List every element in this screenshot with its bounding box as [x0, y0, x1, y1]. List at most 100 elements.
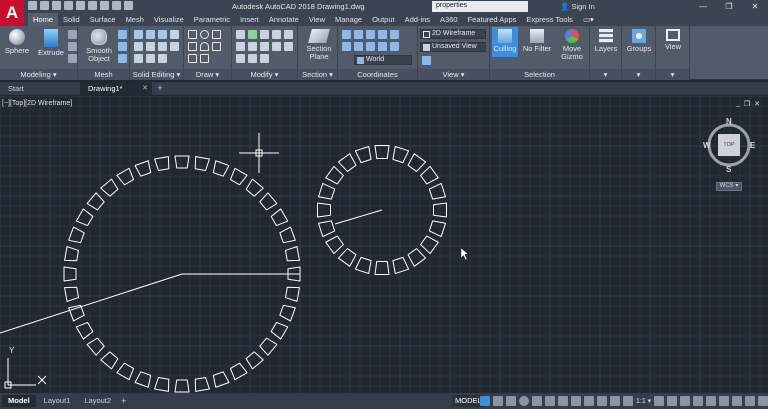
spline-icon[interactable]	[188, 54, 197, 63]
ucs-z-icon[interactable]	[390, 30, 399, 39]
visual-style-dropdown[interactable]: 2D Wireframe	[420, 29, 486, 39]
layers-button[interactable]: Layers	[591, 29, 621, 53]
ucs-dropdown[interactable]: World	[354, 55, 412, 65]
arc-icon[interactable]	[200, 42, 209, 51]
tab-surface[interactable]: Surface	[85, 13, 121, 26]
short-line[interactable]	[334, 209, 383, 225]
stretch-icon[interactable]	[272, 42, 281, 51]
gear-tooth[interactable]	[194, 376, 210, 392]
fillet-edge-icon[interactable]	[158, 54, 167, 63]
extrude-button[interactable]: Extrude	[36, 29, 66, 57]
gear-tooth[interactable]	[284, 286, 300, 302]
erase-icon[interactable]	[272, 30, 281, 39]
gear-tooth[interactable]	[86, 337, 105, 356]
gear-tooth[interactable]	[86, 192, 105, 211]
compass-east[interactable]: E	[750, 141, 755, 150]
save-as-icon[interactable]	[64, 1, 73, 10]
gear-tooth[interactable]	[154, 156, 171, 172]
shell-icon[interactable]	[134, 54, 143, 63]
move-gizmo-button[interactable]: Move Gizmo	[556, 29, 588, 61]
gizmo-icon[interactable]	[597, 396, 607, 406]
viewport-controls-label[interactable]: [−][Top][2D Wireframe]	[2, 100, 72, 107]
union-icon[interactable]	[134, 30, 143, 39]
gear-tooth[interactable]	[212, 371, 230, 388]
customization-icon[interactable]	[758, 396, 768, 406]
imprint-icon[interactable]	[170, 42, 179, 51]
gear-tooth[interactable]	[325, 165, 345, 185]
snap-toggle-icon[interactable]	[493, 396, 503, 406]
gear-tooth[interactable]	[420, 235, 439, 255]
gear-tooth[interactable]	[194, 156, 210, 172]
tab-drawing1[interactable]: Drawing1* ✕	[80, 82, 152, 95]
section-plane-button[interactable]: Section Plane	[302, 29, 336, 61]
move-icon[interactable]	[236, 30, 245, 39]
mesh-box-icon[interactable]	[118, 30, 127, 39]
hardware-acceleration-icon[interactable]	[732, 396, 743, 406]
open-file-icon[interactable]	[40, 1, 49, 10]
isolate-objects-icon[interactable]	[719, 396, 730, 406]
ucs-y-icon[interactable]	[378, 30, 387, 39]
gear-tooth[interactable]	[337, 153, 357, 173]
gear-tooth[interactable]	[75, 208, 94, 227]
gear-tooth[interactable]	[100, 178, 119, 197]
sphere-button[interactable]: Sphere	[2, 29, 32, 55]
compass-south[interactable]: S	[726, 165, 731, 174]
groups-button[interactable]: Groups	[624, 29, 654, 53]
gear-tooth[interactable]	[428, 219, 447, 238]
trim-icon[interactable]	[260, 30, 269, 39]
ucs-object-icon[interactable]	[354, 42, 363, 51]
redo-icon[interactable]	[100, 1, 109, 10]
tab-add-ins[interactable]: Add-ins	[400, 13, 435, 26]
ucs-x-icon[interactable]	[366, 30, 375, 39]
tab-express-tools[interactable]: Express Tools	[521, 13, 578, 26]
polar-toggle-icon[interactable]	[519, 396, 529, 406]
ribbon-display-toggle[interactable]: ▭▾	[578, 13, 599, 26]
ucs-3point-icon[interactable]	[378, 42, 387, 51]
intersect-icon[interactable]	[158, 30, 167, 39]
workspace-switch-icon[interactable]	[654, 396, 665, 406]
minimize-button[interactable]: —	[690, 0, 716, 13]
lock-ui-icon[interactable]	[706, 396, 717, 406]
tab-featured-apps[interactable]: Featured Apps	[463, 13, 522, 26]
gear-tooth[interactable]	[64, 246, 80, 263]
undo-icon[interactable]	[88, 1, 97, 10]
lineweight-icon[interactable]	[571, 396, 581, 406]
gear-tooth[interactable]	[374, 145, 390, 159]
viewport-minimize-button[interactable]: _	[736, 100, 740, 108]
tab-manage[interactable]: Manage	[330, 13, 367, 26]
tab-annotate[interactable]: Annotate	[264, 13, 304, 26]
gear-tooth[interactable]	[174, 155, 190, 169]
gear-tooth[interactable]	[229, 362, 248, 381]
gear-tooth[interactable]	[154, 376, 171, 392]
view-button[interactable]: View	[658, 29, 688, 51]
annotation-visibility-icon[interactable]	[610, 396, 620, 406]
viewport-close-button[interactable]: ✕	[754, 100, 760, 108]
selection-cycling-icon[interactable]	[584, 396, 594, 406]
print-icon[interactable]	[76, 1, 85, 10]
offset-icon[interactable]	[248, 54, 257, 63]
ucs-icon[interactable]	[342, 30, 351, 39]
layout-tab-layout1[interactable]: Layout1	[38, 395, 77, 407]
layout-tab-layout2[interactable]: Layout2	[78, 395, 117, 407]
gear-tooth[interactable]	[391, 145, 410, 164]
gear-tooth[interactable]	[433, 202, 447, 218]
units-icon[interactable]	[680, 396, 691, 406]
gear-tooth[interactable]	[63, 266, 77, 282]
gear-tooth[interactable]	[279, 304, 296, 322]
auto-scale-icon[interactable]	[623, 396, 633, 406]
gear-tooth[interactable]	[75, 321, 94, 340]
tab-output[interactable]: Output	[367, 13, 400, 26]
annotation-scale[interactable]: 1:1 ▾	[636, 397, 651, 405]
gear-tooth[interactable]	[325, 235, 345, 255]
gear-tooth[interactable]	[317, 202, 331, 218]
object-snap-tracking-icon[interactable]	[545, 396, 555, 406]
ellipse-icon[interactable]	[200, 54, 209, 63]
line-icon[interactable]	[188, 30, 197, 39]
rectangle-icon[interactable]	[188, 42, 197, 51]
tab-a360[interactable]: A360	[435, 13, 463, 26]
gear-tooth[interactable]	[279, 226, 296, 244]
viewport-restore-button[interactable]: ❐	[744, 100, 750, 108]
gear-tooth[interactable]	[391, 256, 410, 275]
tab-home[interactable]: Home	[28, 13, 59, 26]
gear-tooth[interactable]	[270, 321, 289, 340]
